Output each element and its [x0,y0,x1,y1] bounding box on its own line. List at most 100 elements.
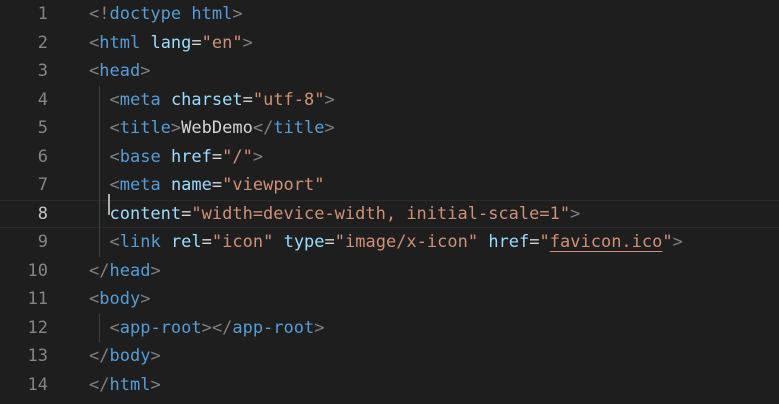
code-token: = [181,203,192,224]
code-token: </ [252,118,274,138]
code-token: base [119,146,161,167]
code-token: </ [89,374,110,395]
code-token: lang [150,32,192,53]
code-token: name [170,175,212,195]
code-token: "width=device-width, initial-scale=1" [191,203,571,224]
code-line[interactable]: 11 <body> [0,285,779,314]
code-text[interactable]: <!doctype html> [89,0,243,29]
line-number: 3 [37,61,48,81]
code-token: " [662,232,673,252]
code-line[interactable]: 2 <html lang="en"> [0,29,779,58]
code-token: "viewport" [222,175,325,195]
code-token: html [109,374,151,395]
code-token: content [109,203,182,224]
code-text[interactable]: </head> [89,257,161,286]
code-text[interactable]: <title>WebDemo</title> [89,114,334,143]
code-token: charset [170,89,243,110]
code-token: "image/x-icon" [334,232,479,252]
code-text[interactable]: <head> [89,57,150,86]
code-token: ></ [201,317,233,338]
code-text[interactable]: <meta charset="utf-8"> [89,86,334,115]
code-token: app-root [119,317,202,338]
code-token: "en" [201,32,243,53]
code-token: > [170,118,182,138]
code-line[interactable]: 14 </html> [0,371,779,400]
code-token: = [529,232,540,252]
code-token: app-root [232,317,315,338]
code-line[interactable]: 4 <meta charset="utf-8"> [0,85,779,115]
code-token: > [242,32,253,53]
link-token: favicon.ico [549,232,663,252]
code-token: > [232,4,243,24]
code-text[interactable]: <base href="/"> [89,143,263,172]
code-token: < [109,232,120,252]
line-number: 8 [37,203,48,224]
code-text[interactable]: content="width=device-width, initial-sca… [89,193,581,229]
code-token: > [672,232,683,252]
code-token: href [488,232,530,252]
code-token: type [283,232,325,252]
code-token: "/" [222,146,253,167]
code-token: title [273,118,325,138]
line-number: 2 [37,32,48,53]
code-line[interactable]: 5 <title>WebDemo</title> [0,114,779,143]
line-number: 13 [27,346,48,366]
code-token: head [99,61,141,81]
code-token: = [201,232,212,252]
code-token: < [89,32,100,53]
code-text[interactable]: <meta name="viewport" [89,171,325,200]
code-token: > [150,374,161,395]
code-token: </ [89,346,110,366]
code-line[interactable]: 13 </body> [0,342,779,371]
code-token: "utf-8" [252,89,325,110]
code-line[interactable]: 9 <link rel="icon" type="image/x-icon" h… [0,228,779,257]
code-token: = [324,232,335,252]
code-token: doctype [109,4,182,24]
code-token: meta [119,89,161,110]
code-line[interactable]: 8 content="width=device-width, initial-s… [0,193,779,229]
line-number: 10 [27,260,48,281]
code-text[interactable]: <body> [89,285,150,314]
code-line[interactable]: 6 <base href="/"> [0,142,779,172]
code-token: > [252,146,264,167]
code-text[interactable]: </body> [89,342,161,371]
code-token: > [570,203,581,224]
code-token: </ [89,260,110,281]
code-editor[interactable]: 1 <!doctype html> 2 <html lang="en"> 3 <head>… [0,0,779,404]
code-token: = [242,89,253,110]
code-line[interactable]: 12 <app-root></app-root> [0,313,779,343]
code-token: < [89,61,100,81]
code-text[interactable]: <html lang="en"> [89,29,253,58]
code-token: < [109,175,120,195]
line-number: 1 [37,4,48,24]
code-token: > [140,61,151,81]
code-token: = [211,175,223,195]
code-token: " [539,232,550,252]
line-number: 9 [37,232,48,252]
code-token: title [119,118,171,138]
code-token: = [211,146,223,167]
code-token: "icon" [211,232,274,252]
code-text[interactable]: </html> [89,371,161,400]
code-text[interactable]: <app-root></app-root> [89,314,324,343]
code-token: body [99,289,141,309]
code-token: link [119,232,161,252]
code-token: <! [89,4,110,24]
code-line[interactable]: 7 <meta name="viewport" [0,171,779,200]
code-text[interactable]: <link rel="icon" type="image/x-icon" hre… [89,228,683,257]
line-number: 5 [37,118,48,138]
code-line[interactable]: 10 </head> [0,257,779,286]
code-token: > [150,260,161,281]
code-line[interactable]: 3 <head> [0,57,779,86]
code-line[interactable]: 1 <!doctype html> [0,0,779,29]
